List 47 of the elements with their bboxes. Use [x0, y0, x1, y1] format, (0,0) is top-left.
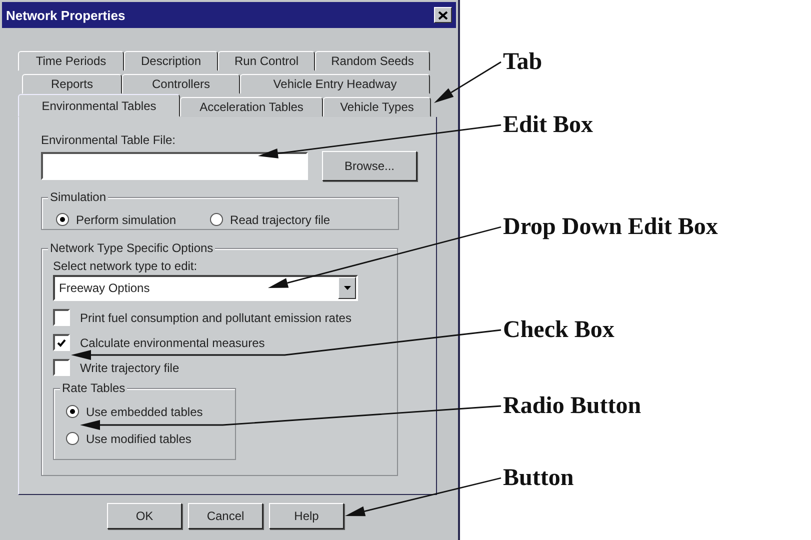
checkbox[interactable] — [53, 309, 70, 326]
callout-label: Check Box — [503, 316, 614, 344]
option-label: Calculate environmental measures — [80, 336, 265, 350]
window-title: Network Properties — [6, 8, 126, 22]
callout-label: Edit Box — [503, 111, 594, 139]
checkbox[interactable] — [53, 359, 70, 376]
radio-button[interactable] — [66, 432, 79, 445]
tab[interactable]: Description — [124, 51, 218, 71]
dialog-button[interactable]: Help — [269, 503, 344, 529]
tab[interactable]: Time Periods — [18, 51, 124, 71]
tab[interactable]: Reports — [22, 74, 122, 94]
dropdown-arrow-icon — [344, 286, 350, 290]
close-icon — [438, 10, 448, 20]
radio-button[interactable] — [210, 213, 224, 226]
callout-label: Drop Down Edit Box — [503, 213, 718, 241]
tab[interactable]: Run Control — [218, 51, 315, 71]
option-label: Print fuel consumption and pollutant emission rates — [80, 310, 352, 324]
tab[interactable]: Random Seeds — [315, 51, 430, 71]
callout-label: Tab — [503, 48, 542, 76]
callout-label: Radio Button — [503, 392, 642, 420]
dropdown-field[interactable]: Freeway Options — [53, 275, 358, 301]
group-title: Rate Tables — [60, 381, 128, 395]
option-label: Read trajectory file — [230, 212, 330, 226]
option-label: Use modified tables — [86, 432, 192, 446]
group-title: Network Type Specific Options — [48, 241, 216, 255]
tab[interactable]: Vehicle Entry Headway — [240, 74, 430, 94]
tab[interactable]: Environmental Tables — [18, 94, 180, 117]
radio-button[interactable] — [66, 405, 79, 418]
field-label: Environmental Table File: — [41, 133, 177, 147]
browse-button[interactable]: Browse... — [322, 151, 417, 181]
callout-label: Button — [503, 464, 574, 492]
tab[interactable]: Vehicle Types — [323, 97, 431, 117]
option-label: Write trajectory file — [80, 360, 180, 374]
option-label: Perform simulation — [76, 212, 176, 226]
option-label: Use embedded tables — [86, 404, 203, 418]
close-button[interactable] — [434, 7, 452, 23]
input-field[interactable] — [41, 152, 308, 180]
group-title: Simulation — [48, 190, 108, 204]
checkbox[interactable] — [53, 334, 70, 351]
tab[interactable]: Acceleration Tables — [180, 97, 323, 117]
dialog-button[interactable]: Cancel — [188, 503, 263, 529]
tab[interactable]: Controllers — [122, 74, 240, 94]
checkmark-icon — [57, 338, 66, 346]
leader-arrow — [434, 61, 502, 103]
dialog-button[interactable]: OK — [107, 503, 182, 529]
field-label: Select network type to edit: — [53, 259, 198, 273]
radio-button[interactable] — [56, 213, 69, 226]
